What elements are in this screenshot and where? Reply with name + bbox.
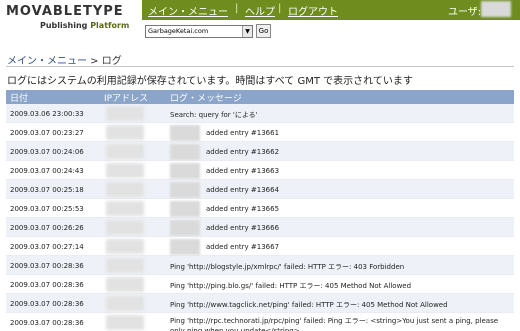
log-message: added entry #13666 (206, 224, 280, 232)
ip-address-redacted (106, 144, 144, 159)
divider (6, 66, 514, 67)
log-date: 2009.03.07 00:25:53 (10, 205, 84, 213)
ip-address-redacted (106, 163, 144, 178)
table-row: 2009.03.07 00:27:14 added entry #13667 (6, 237, 514, 256)
ip-address-redacted (106, 201, 144, 216)
log-message: Ping 'http://www.tagclick.net/ping' fail… (170, 301, 448, 309)
ip-address-redacted (106, 277, 144, 292)
log-date: 2009.03.07 00:24:43 (10, 167, 84, 175)
author-name-redacted (170, 144, 200, 160)
author-name-redacted (170, 220, 200, 236)
movabletype-logo[interactable]: MOVABLETYPE Publishing Platform (6, 4, 134, 40)
nav-separator: | (278, 3, 282, 14)
table-header: 日付 IPアドレス ログ・メッセージ (6, 90, 514, 104)
log-date: 2009.03.07 00:25:18 (10, 186, 84, 194)
author-name-redacted (170, 239, 200, 255)
ip-address-redacted (106, 258, 144, 273)
blog-selector-value: GarbageKetai.com (148, 27, 209, 35)
ip-address-redacted (106, 296, 144, 311)
log-message: Ping 'http://rpc.technorati.jp/rpc/ping'… (170, 317, 499, 331)
top-navigation: メイン・メニュー | ヘルプ | ログアウト ユーザ: (142, 0, 520, 20)
log-date: 2009.03.07 00:26:26 (10, 224, 84, 232)
log-date: 2009.03.07 00:27:14 (10, 243, 84, 251)
log-message: Ping 'http://blogstyle.jp/xmlrpc/' faile… (170, 263, 405, 271)
log-table: 日付 IPアドレス ログ・メッセージ 2009.03.06 23:00:33 S… (6, 90, 514, 331)
chevron-down-icon[interactable]: ▼ (242, 26, 252, 37)
ip-address-redacted (106, 106, 144, 121)
table-row: 2009.03.07 00:25:18 added entry #13664 (6, 180, 514, 199)
ip-address-redacted (106, 220, 144, 235)
log-message: added entry #13665 (206, 205, 280, 213)
column-header-ip[interactable]: IPアドレス (104, 91, 148, 104)
nav-help-link[interactable]: ヘルプ (245, 3, 275, 18)
column-header-date[interactable]: 日付 (10, 91, 28, 104)
column-header-message[interactable]: ログ・メッセージ (170, 91, 242, 104)
log-date: 2009.03.07 00:28:36 (10, 262, 84, 270)
table-row: 2009.03.07 00:28:36 Ping 'http://rpc.tec… (6, 313, 514, 331)
author-name-redacted (170, 182, 200, 198)
log-date: 2009.03.07 00:28:36 (10, 281, 84, 289)
nav-logout-link[interactable]: ログアウト (288, 3, 338, 18)
table-row: 2009.03.06 23:00:33 Search: query for 'に… (6, 104, 514, 123)
log-message: added entry #13662 (206, 148, 280, 156)
author-name-redacted (170, 163, 200, 179)
table-row: 2009.03.07 00:24:43 added entry #13663 (6, 161, 514, 180)
nav-separator: | (235, 3, 239, 14)
log-message: added entry #13664 (206, 186, 280, 194)
log-message: added entry #13663 (206, 167, 280, 175)
author-name-redacted (170, 201, 200, 217)
ip-address-redacted (106, 315, 144, 330)
log-date: 2009.03.07 00:28:36 (10, 300, 84, 308)
logo-wordmark: MOVABLETYPE (6, 4, 124, 19)
log-date: 2009.03.07 00:24:06 (10, 148, 84, 156)
logo-publishing: Publishing (40, 21, 88, 30)
ip-address-redacted (106, 239, 144, 254)
ip-address-redacted (106, 125, 144, 140)
breadcrumb: メイン・メニュー > ログ (7, 52, 122, 67)
blog-selector[interactable]: GarbageKetai.com ▼ (145, 25, 253, 38)
user-label: ユーザ: (448, 7, 482, 18)
header: MOVABLETYPE Publishing Platform メイン・メニュー… (0, 0, 520, 45)
table-row: 2009.03.07 00:25:53 added entry #13665 (6, 199, 514, 218)
nav-main-menu-link[interactable]: メイン・メニュー (148, 3, 228, 18)
log-message: Search: query for 'による' (170, 111, 258, 119)
table-row: 2009.03.07 00:26:26 added entry #13666 (6, 218, 514, 237)
table-row: 2009.03.07 00:28:36 Ping 'http://blogsty… (6, 256, 514, 275)
log-message: Ping 'http://ping.blo.gs/' failed: HTTP … (170, 282, 412, 290)
table-row: 2009.03.07 00:28:36 Ping 'http://www.tag… (6, 294, 514, 313)
username-redacted (481, 1, 511, 17)
table-row: 2009.03.07 00:24:06 added entry #13662 (6, 142, 514, 161)
log-info-text: ログにはシステムの利用記録が保存されています。時間はすべて GMT で表示されて… (7, 76, 413, 87)
table-row: 2009.03.07 00:23:27 added entry #13661 (6, 123, 514, 142)
log-message: added entry #13661 (206, 129, 280, 137)
log-date: 2009.03.07 00:28:36 (10, 319, 84, 327)
ip-address-redacted (106, 182, 144, 197)
go-button[interactable]: Go (256, 24, 271, 38)
author-name-redacted (170, 125, 200, 141)
logo-platform: Platform (90, 21, 130, 30)
log-message: added entry #13667 (206, 243, 280, 251)
log-date: 2009.03.07 00:23:27 (10, 129, 84, 137)
table-row: 2009.03.07 00:28:36 Ping 'http://ping.bl… (6, 275, 514, 294)
log-date: 2009.03.06 23:00:33 (10, 110, 84, 118)
logo-subtitle: Publishing Platform (40, 21, 129, 30)
